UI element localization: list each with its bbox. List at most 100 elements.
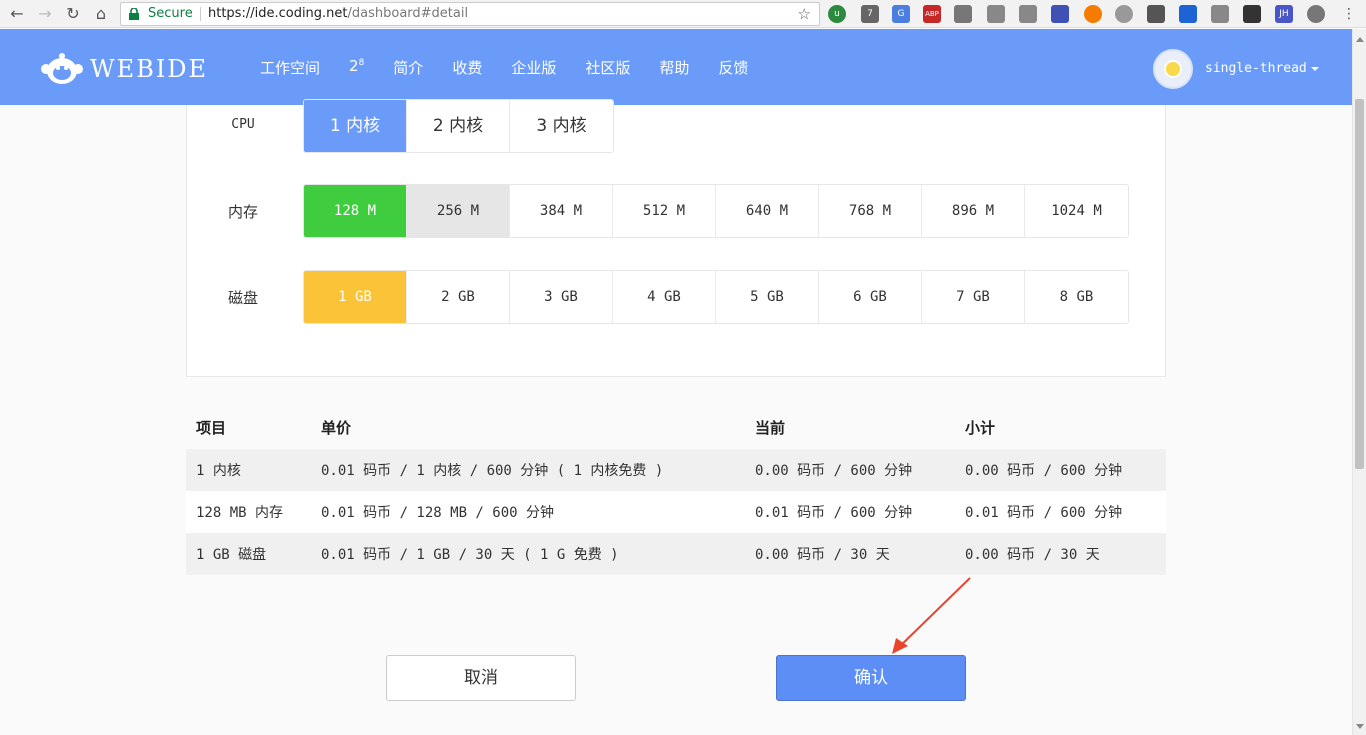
disk-option-6[interactable]: 6 GB	[819, 271, 922, 323]
memory-option-128[interactable]: 128 M	[304, 185, 407, 237]
extension-camera-icon[interactable]	[1211, 5, 1229, 23]
disk-option-5[interactable]: 5 GB	[716, 271, 819, 323]
nav-pricing[interactable]: 收费	[452, 57, 482, 78]
main-nav: 工作空间 28 简介 收费 企业版 社区版 帮助 反馈	[260, 57, 777, 78]
cpu-label: CPU	[231, 117, 255, 132]
nav-feedback[interactable]: 反馈	[718, 57, 748, 78]
nav-enterprise[interactable]: 企业版	[511, 57, 556, 78]
memory-option-896[interactable]: 896 M	[922, 185, 1025, 237]
memory-option-384[interactable]: 384 M	[510, 185, 613, 237]
memory-option-768[interactable]: 768 M	[819, 185, 922, 237]
chrome-menu-icon[interactable]: ⋮	[1338, 3, 1360, 25]
disk-options: 1 GB 2 GB 3 GB 4 GB 5 GB 6 GB 7 GB 8 GB	[303, 270, 1129, 324]
annotation-arrow-icon	[892, 577, 971, 654]
lock-icon	[129, 8, 139, 20]
extension-window-icon[interactable]	[1179, 5, 1197, 23]
confirm-button[interactable]: 确认	[776, 655, 966, 701]
extension-music-icon[interactable]	[954, 5, 972, 23]
logo-text: WEBIDE	[90, 55, 209, 83]
disk-option-7[interactable]: 7 GB	[922, 271, 1025, 323]
nav-workspace[interactable]: 工作空间	[260, 57, 320, 78]
memory-options: 128 M 256 M 384 M 512 M 640 M 768 M 896 …	[303, 184, 1129, 238]
cpu-option-2[interactable]: 2 内核	[407, 100, 510, 152]
back-icon[interactable]: ←	[6, 3, 28, 25]
caret-down-icon	[1310, 66, 1319, 71]
memory-option-512[interactable]: 512 M	[613, 185, 716, 237]
cpu-option-1[interactable]: 1 内核	[304, 100, 407, 152]
app-header: WEBIDE 工作空间 28 简介 收费 企业版 社区版 帮助 反馈 singl…	[0, 29, 1352, 105]
scroll-up-icon[interactable]	[1356, 37, 1364, 42]
extension-profile-icon[interactable]	[1307, 5, 1325, 23]
username: single-thread	[1205, 61, 1307, 76]
memory-option-256[interactable]: 256 M	[407, 185, 510, 237]
cell-unit-price: 0.01 码币 / 128 MB / 600 分钟	[311, 491, 745, 533]
scroll-down-icon[interactable]	[1356, 724, 1364, 729]
extension-orange-icon[interactable]	[1084, 5, 1102, 23]
home-icon[interactable]: ⌂	[90, 3, 112, 25]
extension-qr-icon[interactable]	[1243, 5, 1261, 23]
cell-item: 1 GB 磁盘	[186, 533, 311, 575]
disk-option-1[interactable]: 1 GB	[304, 271, 407, 323]
col-subtotal: 小计	[965, 418, 996, 437]
secure-label: Secure	[148, 6, 193, 21]
memory-option-1024[interactable]: 1024 M	[1025, 185, 1128, 237]
webide-logo[interactable]: WEBIDE	[40, 51, 206, 87]
user-menu[interactable]: single-thread	[1205, 61, 1319, 76]
cancel-button[interactable]: 取消	[386, 655, 576, 701]
extension-jh-icon[interactable]: JH	[1275, 5, 1293, 23]
divider	[200, 7, 201, 21]
cell-unit-price: 0.01 码币 / 1 内核 / 600 分钟 ( 1 内核免费 )	[311, 449, 745, 491]
disk-option-3[interactable]: 3 GB	[510, 271, 613, 323]
forward-icon[interactable]: →	[34, 3, 56, 25]
nav-help[interactable]: 帮助	[659, 57, 689, 78]
page-scrollbar[interactable]	[1352, 29, 1366, 735]
col-current: 当前	[755, 418, 786, 437]
cpu-option-3[interactable]: 3 内核	[510, 100, 613, 152]
memory-label: 内存	[227, 203, 258, 221]
address-bar[interactable]: Secure https://ide.coding.net/dashboard#…	[120, 2, 820, 26]
table-header-row: 项目 单价 当前 小计	[186, 405, 1166, 449]
avatar[interactable]	[1153, 49, 1193, 89]
memory-option-640[interactable]: 640 M	[716, 185, 819, 237]
table-row: 1 GB 磁盘 0.01 码币 / 1 GB / 30 天 ( 1 G 免费 )…	[186, 533, 1166, 575]
cell-item: 1 内核	[186, 449, 311, 491]
extension-vimium-icon[interactable]	[1115, 5, 1133, 23]
table-row: 1 内核 0.01 码币 / 1 内核 / 600 分钟 ( 1 内核免费 ) …	[186, 449, 1166, 491]
pricing-table: 项目 单价 当前 小计 1 内核 0.01 码币 / 1 内核 / 600 分钟…	[186, 405, 1166, 575]
extension-utorrent-icon[interactable]: u	[828, 5, 846, 23]
cell-current: 0.00 码币 / 30 天	[745, 533, 955, 575]
cell-current: 0.00 码币 / 600 分钟	[745, 449, 955, 491]
cpu-options: 1 内核 2 内核 3 内核	[303, 99, 614, 153]
disk-option-8[interactable]: 8 GB	[1025, 271, 1128, 323]
extension-translate-icon[interactable]: G	[892, 5, 910, 23]
cell-item: 128 MB 内存	[186, 491, 311, 533]
monkey-logo-icon	[41, 53, 83, 84]
extension-image-icon[interactable]	[1019, 5, 1037, 23]
table-row: 128 MB 内存 0.01 码币 / 128 MB / 600 分钟 0.01…	[186, 491, 1166, 533]
nav-2048[interactable]: 28	[349, 57, 364, 78]
config-card: CPU 1 内核 2 内核 3 内核 内存 128 M 256 M 384 M …	[186, 99, 1166, 377]
disk-label: 磁盘	[227, 289, 258, 307]
scroll-thumb[interactable]	[1355, 99, 1364, 469]
cell-subtotal: 0.00 码币 / 30 天	[955, 533, 1166, 575]
browser-toolbar: ← → ↻ ⌂ Secure https://ide.coding.net/da…	[0, 0, 1366, 28]
col-item: 项目	[196, 418, 227, 437]
reload-icon[interactable]: ↻	[62, 3, 84, 25]
nav-community[interactable]: 社区版	[585, 57, 630, 78]
extension-mail-icon[interactable]: 7	[861, 5, 879, 23]
extension-share-icon[interactable]	[1051, 5, 1069, 23]
disk-option-4[interactable]: 4 GB	[613, 271, 716, 323]
extension-rss-icon[interactable]	[1147, 5, 1165, 23]
disk-option-2[interactable]: 2 GB	[407, 271, 510, 323]
bookmark-star-icon[interactable]: ☆	[798, 3, 811, 25]
cell-subtotal: 0.01 码币 / 600 分钟	[955, 491, 1166, 533]
url-host: https://ide.coding.net	[208, 6, 348, 21]
cell-unit-price: 0.01 码币 / 1 GB / 30 天 ( 1 G 免费 )	[311, 533, 745, 575]
cell-subtotal: 0.00 码币 / 600 分钟	[955, 449, 1166, 491]
nav-2048-sup: 8	[358, 58, 365, 68]
col-unit-price: 单价	[321, 418, 352, 437]
extension-evernote-icon[interactable]	[987, 5, 1005, 23]
nav-2048-base: 2	[349, 57, 359, 75]
nav-intro[interactable]: 简介	[393, 57, 423, 78]
extension-adblock-icon[interactable]: ABP	[923, 5, 941, 23]
